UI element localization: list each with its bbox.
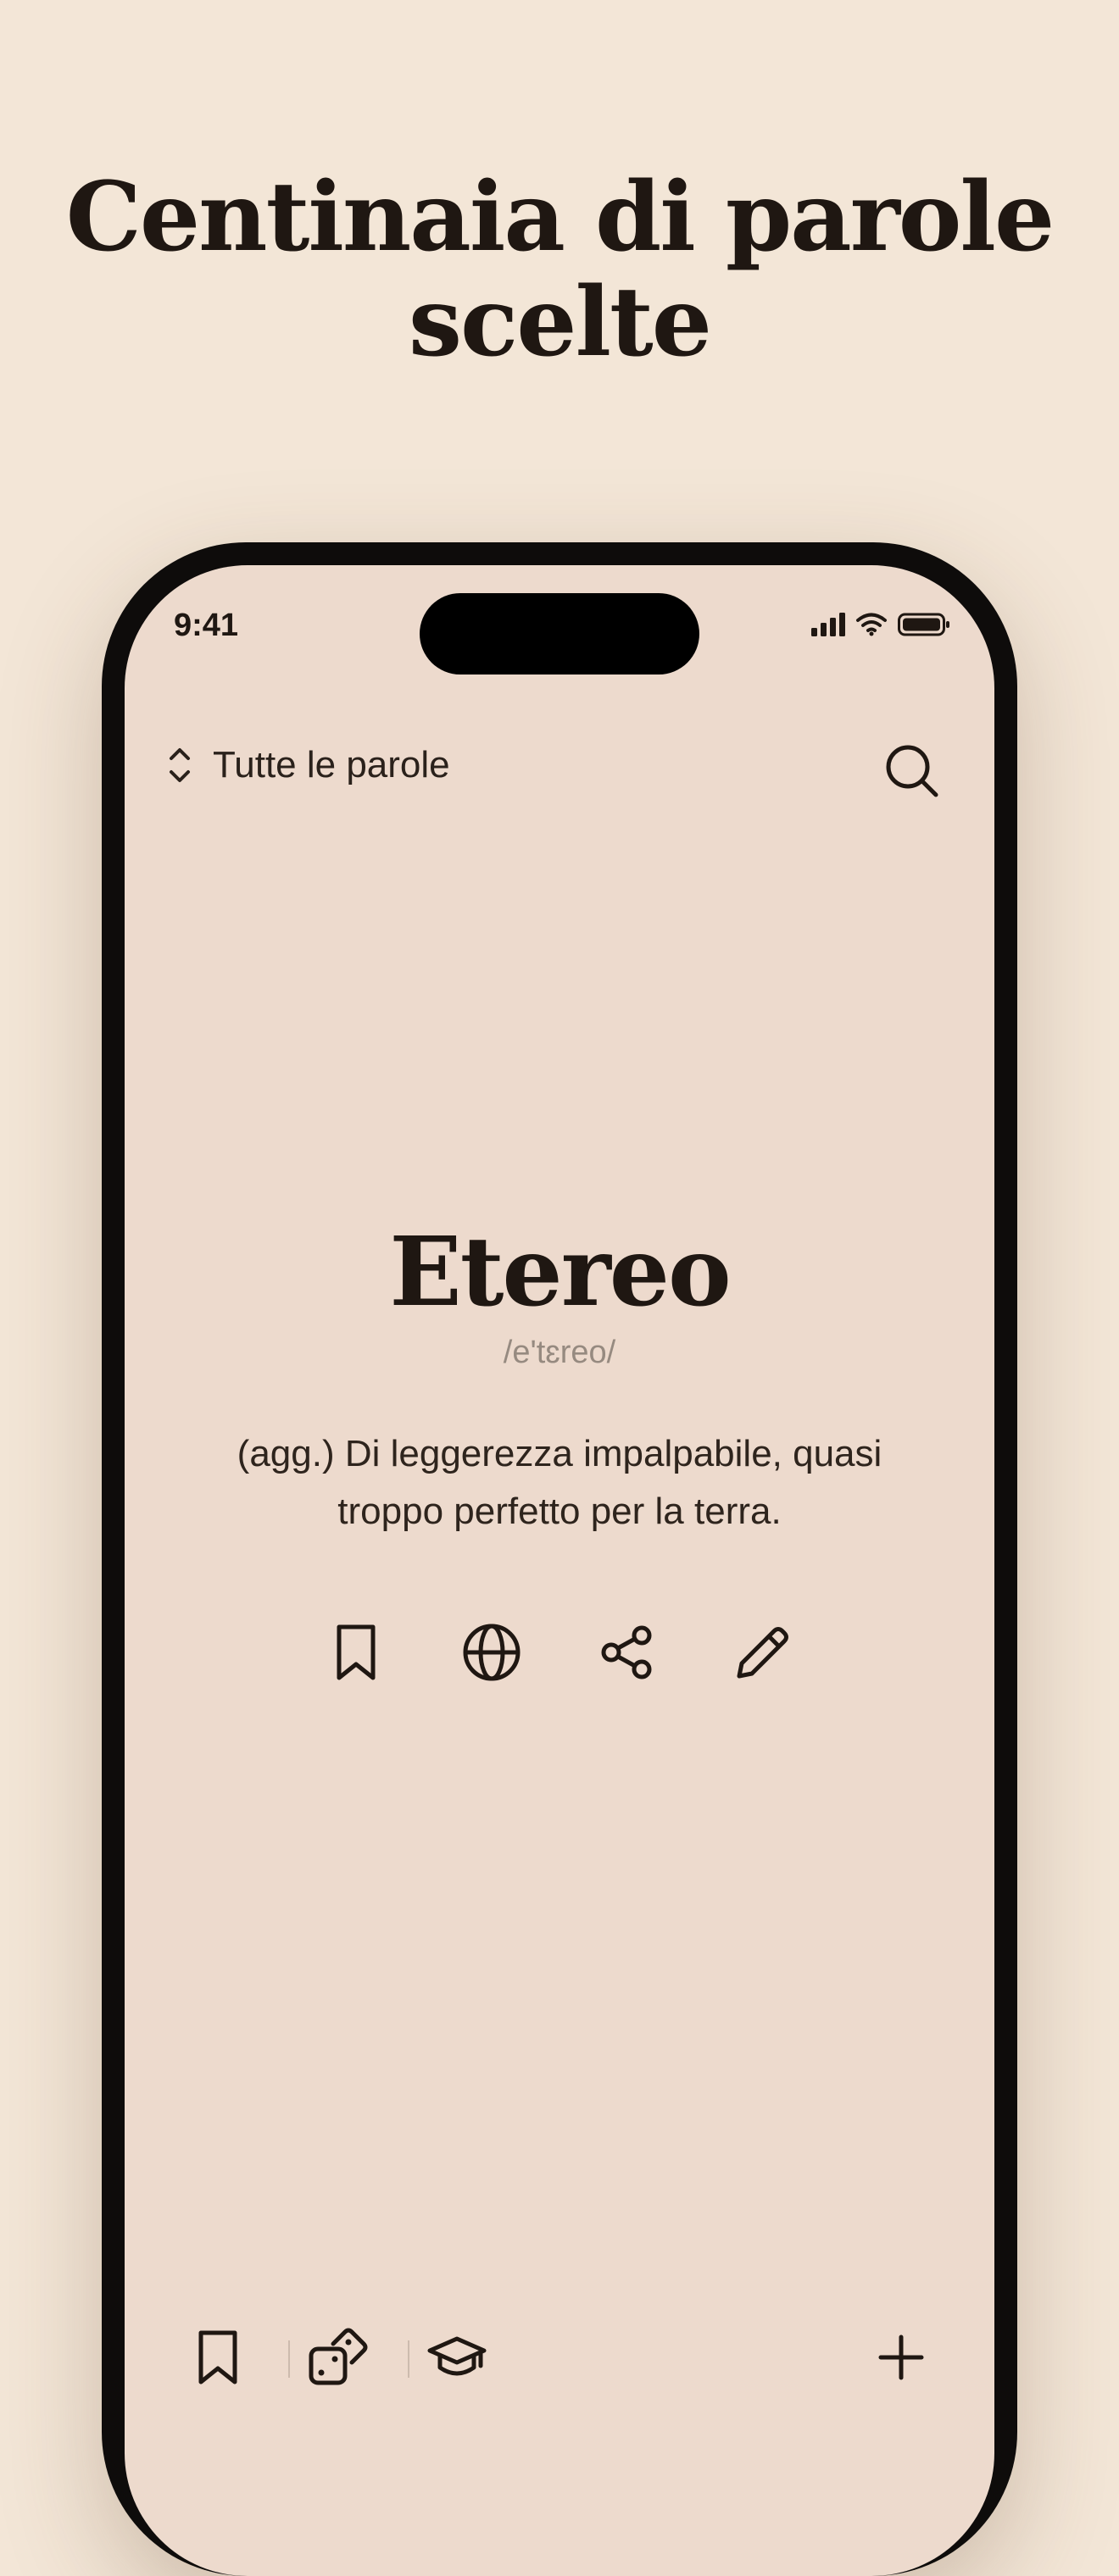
word-title: Etereo bbox=[389, 1217, 731, 1328]
wifi-icon bbox=[856, 613, 887, 636]
battery-icon bbox=[898, 613, 949, 636]
status-icons bbox=[811, 613, 950, 636]
saved-words-button[interactable] bbox=[184, 2323, 252, 2391]
edit-button[interactable] bbox=[732, 1622, 793, 1683]
learn-button[interactable] bbox=[423, 2323, 491, 2391]
headline-line-2: scelte bbox=[408, 267, 712, 378]
app-screen: 9:41 Tutte le parole Etereo /e'tɛreo/ (a… bbox=[125, 565, 994, 2576]
pencil-icon bbox=[737, 1627, 788, 1679]
filter-label: Tutte le parole bbox=[213, 744, 450, 786]
top-bar: Tutte le parole bbox=[167, 726, 959, 811]
signal-icon bbox=[811, 613, 845, 636]
graduation-cap-icon bbox=[427, 2336, 487, 2376]
globe-icon bbox=[463, 1624, 521, 1681]
headline: Centinaia di parole scelte bbox=[0, 165, 1119, 375]
word-filter-selector[interactable]: Tutte le parole bbox=[167, 743, 450, 787]
bookmark-icon bbox=[337, 1624, 376, 1680]
share-button[interactable] bbox=[597, 1622, 658, 1683]
word-card: Etereo /e'tɛreo/ (agg.) Di leggerezza im… bbox=[125, 1218, 994, 1683]
dice-icon bbox=[309, 2328, 368, 2385]
random-word-button[interactable] bbox=[304, 2323, 372, 2391]
save-word-button[interactable] bbox=[326, 1622, 387, 1683]
headline-line-1: Centinaia di parole bbox=[65, 162, 1055, 273]
search-icon bbox=[886, 745, 938, 797]
dynamic-island bbox=[420, 593, 699, 675]
status-time: 9:41 bbox=[174, 608, 239, 643]
definition: (agg.) Di leggerezza impalpabile, quasi … bbox=[237, 1433, 882, 1532]
bookmark-icon bbox=[198, 2330, 237, 2384]
word-actions bbox=[125, 1622, 994, 1683]
add-word-button[interactable] bbox=[867, 2323, 935, 2391]
bottom-bar bbox=[184, 2315, 935, 2400]
pronunciation: /e'tɛreo/ bbox=[503, 1335, 616, 1370]
bottom-divider bbox=[408, 2340, 409, 2378]
phone-mockup: 9:41 Tutte le parole Etereo /e'tɛreo/ (a… bbox=[102, 542, 1017, 2576]
share-icon bbox=[601, 1625, 652, 1679]
search-button[interactable] bbox=[879, 738, 944, 802]
bottom-divider bbox=[288, 2340, 290, 2378]
chevron-up-down-icon bbox=[170, 748, 190, 782]
plus-icon bbox=[878, 2334, 924, 2380]
translate-button[interactable] bbox=[461, 1622, 522, 1683]
